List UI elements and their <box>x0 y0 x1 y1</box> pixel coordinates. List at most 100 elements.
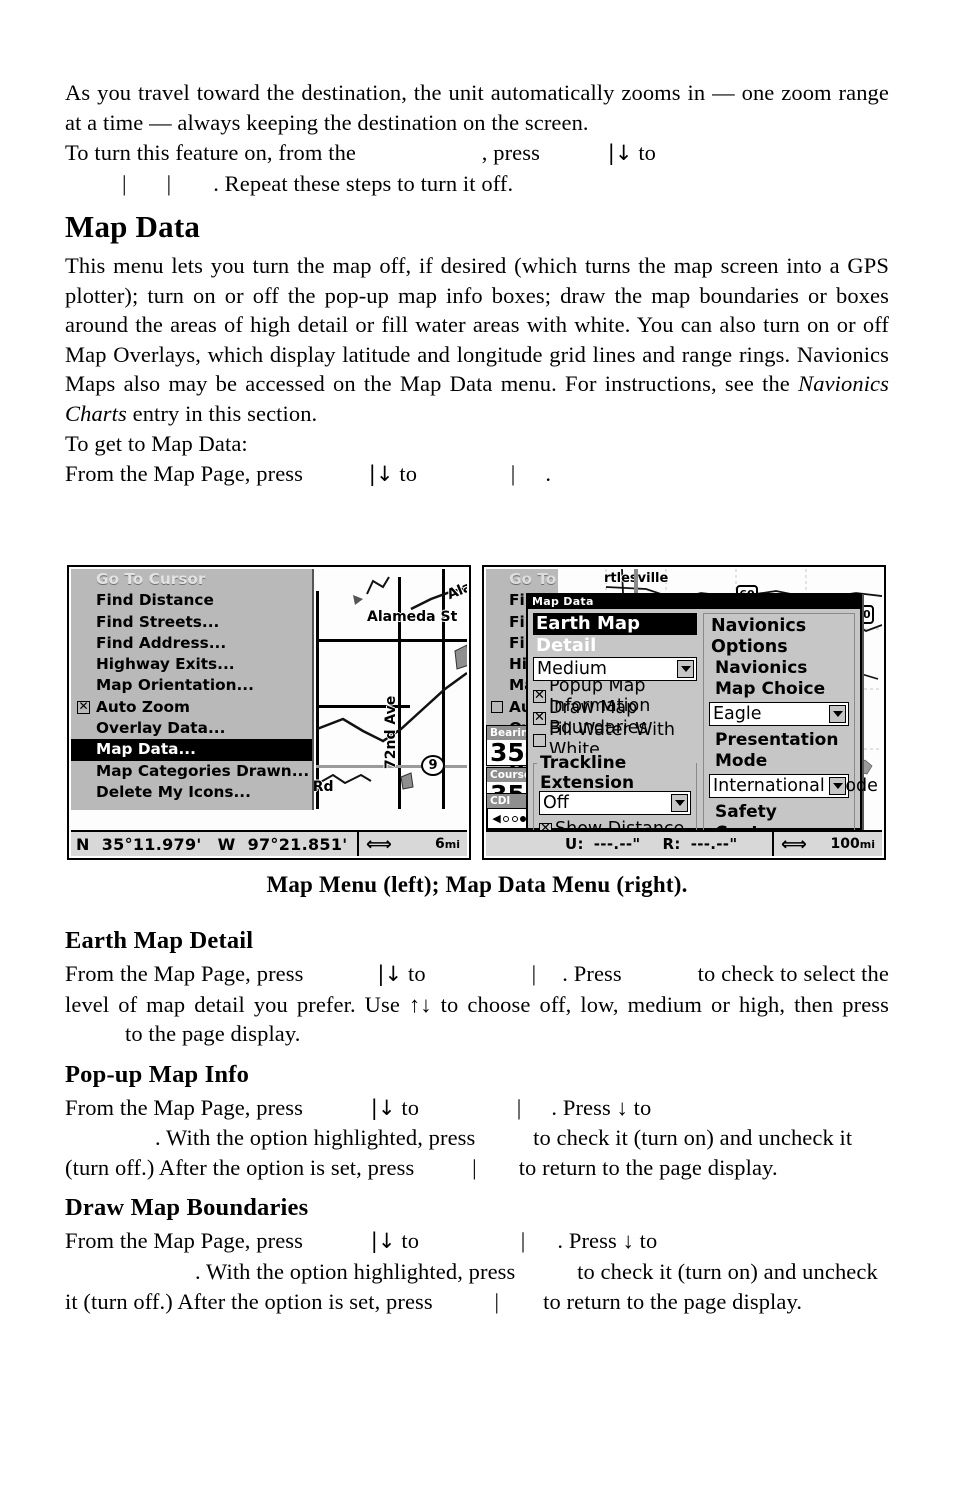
from-map-page-text: From the Map Page, press <box>65 461 303 487</box>
turn-on-text-a: To turn this feature on, from the <box>65 140 357 166</box>
fill-water-with-white-checkbox[interactable] <box>533 733 546 747</box>
bg-menu-item-go-to-cursor: Go To Cursor <box>509 570 558 588</box>
chevron-down-icon-length[interactable] <box>671 794 688 812</box>
page-title: Map Data <box>65 209 201 245</box>
left-map-area: Map Ala 48th Ave <box>71 569 467 830</box>
emd-line-a: From the Map Page, press <box>65 960 304 986</box>
presentation-mode-label: Presentation Mode <box>715 730 839 771</box>
range-arrows-icon-right: ⟺ <box>781 833 807 855</box>
dialog-left-column: Earth Map Detail Medium ✕ Popup Map Info… <box>533 613 697 856</box>
menu-item-map-categories-drawn[interactable]: Map Categories Drawn... <box>71 761 312 782</box>
menu-item-auto-zoom[interactable]: ✕ Auto Zoom <box>71 697 312 718</box>
navionics-map-choice-dropdown[interactable]: Eagle <box>709 702 849 726</box>
turn-on-text-b: , press <box>481 140 540 166</box>
period-1: . <box>545 461 552 487</box>
heading-pop-up-map-info: Pop-up Map Info <box>65 1060 250 1088</box>
dialog-title: Map Data <box>528 595 860 609</box>
map-data-body-tail: entry in this section. <box>132 400 318 426</box>
trackline-length-dropdown[interactable]: Off <box>539 791 691 815</box>
gps-screen-map-menu: Map Ala 48th Ave <box>67 565 471 860</box>
arrow-glyph-down-dmb: |↓ <box>370 1229 396 1254</box>
u-value: ---.--" <box>593 835 641 853</box>
longitude-value: 97°21.851' <box>247 834 348 854</box>
map-data-body-text: This menu lets you turn the map off, if … <box>65 252 889 397</box>
map-data-dialog[interactable]: Map Data Earth Map Detail Medium ✕ Popup… <box>526 593 878 856</box>
paragraph-to-get-to: To get to Map Data: <box>65 431 248 457</box>
paragraph-earth-map-detail: From the Map Page, press |↓ to |. Press … <box>65 960 889 1047</box>
menu-item-map-orientation[interactable]: Map Orientation... <box>71 675 312 696</box>
chevron-down-icon-map-choice[interactable] <box>829 705 846 723</box>
menu-item-find-streets[interactable]: Find Streets... <box>71 612 312 633</box>
right-range-unit: mi <box>859 838 875 851</box>
cdi-dot-1 <box>503 815 510 822</box>
right-status-bar: U: ---.--" R: ---.--" ⟺ 100mi <box>486 830 882 856</box>
turn-on-text-c: to <box>638 140 657 166</box>
menu-item-auto-zoom-label: Auto Zoom <box>96 697 190 716</box>
navionics-map-choice-value: Eagle <box>713 704 762 724</box>
dmb-body-a: . With the option highlighted, press <box>195 1258 516 1284</box>
earth-map-detail-header: Earth Map Detail <box>533 613 697 656</box>
left-range-value: 6mi <box>435 836 460 852</box>
figure-caption: Map Menu (left); Map Data Menu (right). <box>266 872 688 897</box>
cdi-dot-2 <box>511 815 518 822</box>
page-text-bottom: Earth Map Detail From the Map Page, pres… <box>65 915 889 1316</box>
map-label-72nd-ave: 72nd Ave <box>383 695 399 769</box>
dmb-line-b: to <box>401 1228 420 1254</box>
left-zoom-range-box: ⟺ 6mi <box>357 832 467 856</box>
latitude-hemisphere: N <box>76 834 90 854</box>
paragraph-intro: As you travel toward the destination, th… <box>65 80 889 135</box>
left-range-unit: mi <box>444 838 460 851</box>
right-range-number: 100 <box>830 836 860 852</box>
r-label: R: <box>662 835 681 853</box>
navionics-options-heading: Navionics Options <box>711 616 807 657</box>
heading-draw-map-boundaries: Draw Map Boundaries <box>65 1194 309 1222</box>
emd-tail: to the page display. <box>125 1021 301 1047</box>
menu-item-highway-exits[interactable]: Highway Exits... <box>71 654 312 675</box>
presentation-mode-value: International Mode <box>713 776 878 796</box>
map-menu-panel[interactable]: Go To Cursor Find Distance Find Streets.… <box>71 569 314 810</box>
pmi-line-b: to <box>401 1094 420 1120</box>
dmb-line-c: . Press ↓ to <box>557 1228 658 1254</box>
menu-item-find-address[interactable]: Find Address... <box>71 633 312 654</box>
navionics-map-choice-label: Navionics Map Choice <box>715 658 826 699</box>
menu-item-map-data[interactable]: Map Data... <box>71 739 312 761</box>
draw-map-boundaries-checkbox[interactable]: ✕ <box>533 711 546 725</box>
longitude-hemisphere: W <box>217 834 236 854</box>
arrow-glyph-down-1: |↓ <box>607 141 633 166</box>
arrow-glyph-down-2: |↓ <box>368 462 394 487</box>
menu-item-delete-my-icons[interactable]: Delete My Icons... <box>71 782 312 803</box>
navionics-options-group: Navionics Options Navionics Map Choice E… <box>703 613 878 856</box>
to-word-1: to <box>399 461 418 487</box>
menu-item-overlay-data[interactable]: Overlay Data... <box>71 718 312 739</box>
paragraph-from-map-page: From the Map Page, press |↓ to |. <box>65 461 552 487</box>
r-value: ---.--" <box>690 835 738 853</box>
dmb-body-c: to return to the page display. <box>543 1288 803 1314</box>
emd-line-d: to <box>697 960 716 986</box>
fill-water-with-white-checkbox-row[interactable]: Fill Water With White <box>533 720 697 760</box>
pmi-body-c: to return to the page display. <box>518 1154 778 1180</box>
popup-map-information-checkbox[interactable]: ✕ <box>533 689 546 703</box>
right-range-value: 100mi <box>831 836 875 852</box>
right-zoom-range-box: ⟺ 100mi <box>772 832 882 856</box>
chevron-down-icon-presentation[interactable] <box>829 777 846 795</box>
u-label: U: <box>565 835 584 853</box>
menu-item-find-distance[interactable]: Find Distance <box>71 590 312 611</box>
presentation-mode-dropdown[interactable]: International Mode <box>709 774 878 798</box>
pmi-line-a: From the Map Page, press <box>65 1094 303 1120</box>
arrow-glyph-down-emd: |↓ <box>377 961 403 986</box>
menu-item-go-to-cursor: Go To Cursor <box>96 570 206 588</box>
paragraph-map-data: This menu lets you turn the map off, if … <box>65 251 889 429</box>
bg-auto-zoom-checkbox[interactable] <box>491 700 503 713</box>
highway-shield-9: 9 <box>421 755 445 776</box>
gps-screen-map-data-menu: rtlesville 60 60 Go To Cursor Find Dista… <box>482 565 886 860</box>
chevron-down-icon-detail[interactable] <box>677 660 694 678</box>
auto-zoom-checkbox[interactable]: ✕ <box>77 700 90 714</box>
figure-map-menus: Map Ala 48th Ave <box>67 565 887 860</box>
pmi-line-c: . Press ↓ to <box>551 1094 652 1120</box>
page-text-top: As you travel toward the destination, th… <box>65 78 889 490</box>
earth-map-detail-dropdown[interactable]: Medium <box>533 657 697 681</box>
latitude-value: 35°11.979' <box>101 834 202 854</box>
trackline-extension-legend: Trackline Extension <box>537 753 696 793</box>
pmi-body-a: . With the option highlighted, press <box>155 1125 476 1151</box>
left-range-number: 6 <box>435 836 445 852</box>
